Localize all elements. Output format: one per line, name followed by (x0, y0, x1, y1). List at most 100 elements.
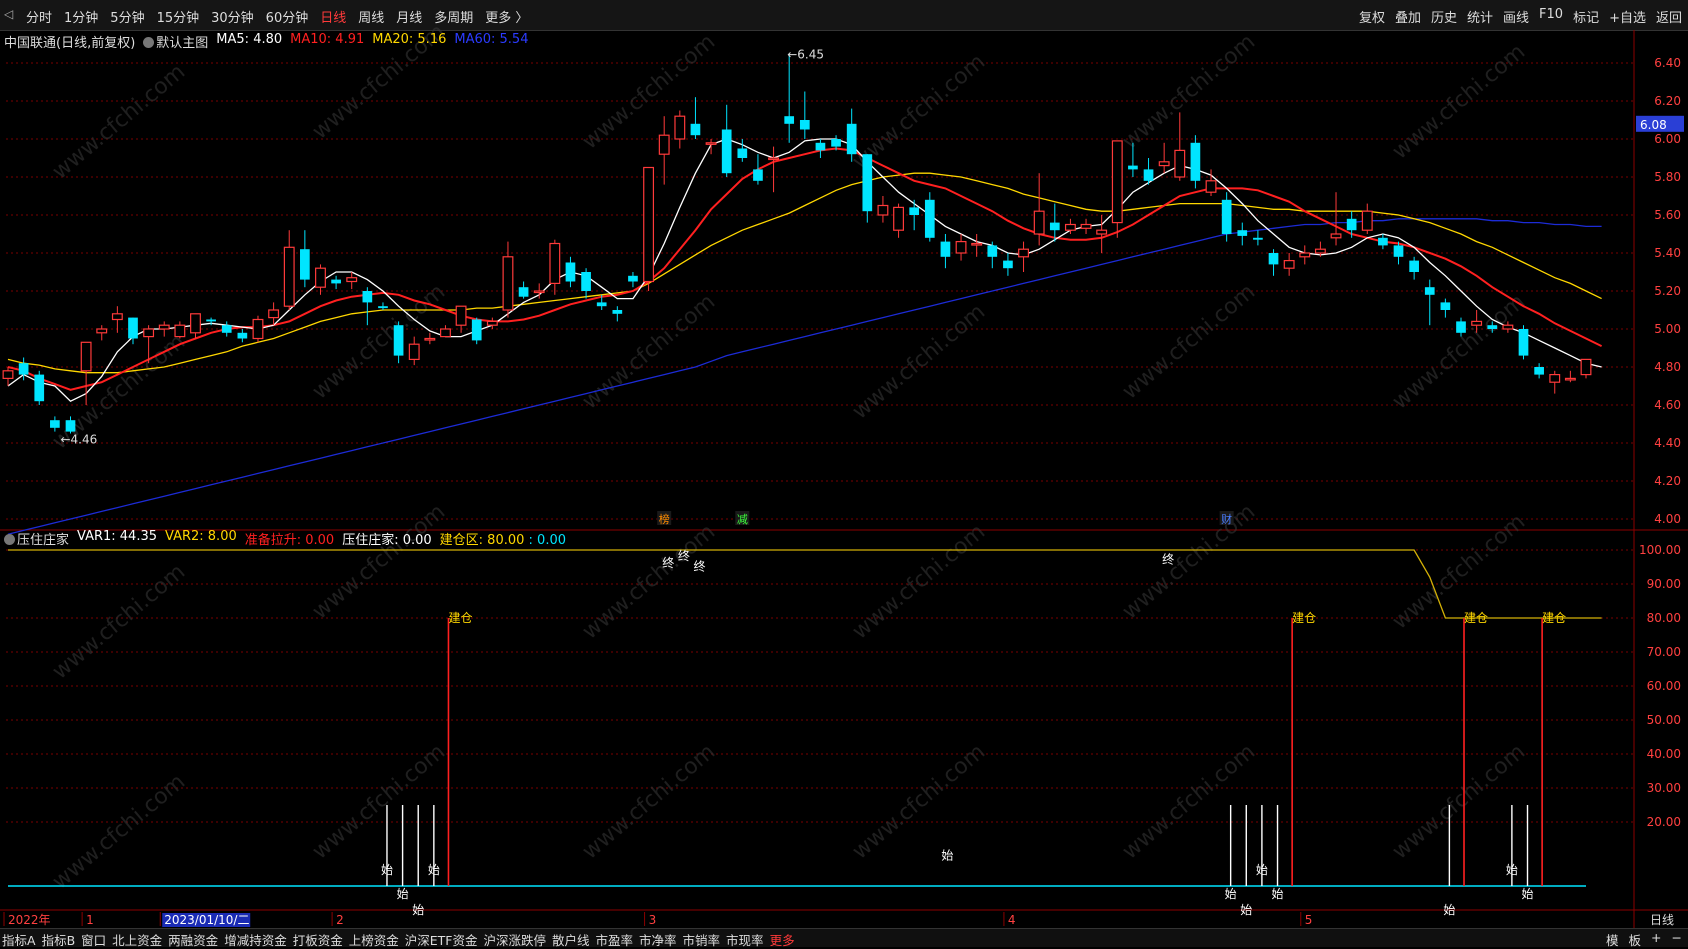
start-label: 始 (1240, 903, 1252, 917)
candle-body-up (674, 115, 686, 140)
watermark-text: www.cfchi.com (1388, 739, 1530, 864)
bottom-tab-2[interactable]: 窗口 (81, 930, 106, 949)
bottom-tab-1[interactable]: 指标B (42, 930, 76, 949)
low-annotation: ←4.46 (60, 433, 97, 447)
price-tick-label: 5.40 (1654, 246, 1681, 260)
bottom-tab-6[interactable]: 打板资金 (293, 930, 343, 949)
candle-body-up (1033, 210, 1045, 235)
candle-body-down (612, 310, 623, 314)
watermark-text: www.cfchi.com (308, 499, 450, 624)
price-tick-label: 4.40 (1654, 436, 1681, 450)
candle-body-up (1471, 320, 1483, 326)
candle-body-up (1205, 180, 1217, 193)
price-tick-label: 5.00 (1654, 322, 1681, 336)
bottom-tab-13[interactable]: 市销率 (683, 930, 721, 949)
ma10-line (7, 147, 1603, 391)
watermark-text: www.cfchi.com (1118, 29, 1260, 154)
candle-body-up (455, 305, 467, 326)
bottom-tab-15[interactable]: 更多 (770, 930, 795, 949)
candle-body-down (1268, 253, 1279, 265)
candle-body-down (940, 241, 951, 257)
candle-body-down (831, 139, 841, 147)
template-selector[interactable]: 默认主图 (143, 32, 208, 51)
start-label: 始 (1522, 887, 1534, 901)
ma20-line (7, 172, 1602, 374)
bottom-tab-12[interactable]: 市净率 (639, 930, 677, 949)
candlestick-chart[interactable]: 6.40 6.20 6.00 5.80 5.60 5.40 5.20 5.00 4.80 4.60… (0, 0, 1688, 946)
bottom-button-2[interactable]: + (1651, 930, 1661, 949)
candle-body-down (331, 279, 341, 284)
watermark-text: www.cfchi.com (1388, 509, 1530, 634)
price-tick-label: 5.80 (1654, 170, 1681, 184)
indicator-tick-label: 50.00 (1647, 713, 1681, 727)
candle-body-up (80, 341, 92, 372)
candle-body-down (846, 123, 857, 155)
bottom-tabs: 指标A 指标B 窗口 北上资金 两融资金 增减持资金 打板资金 上榜资金 沪深ETF资金 沪深涨跌… (2, 930, 795, 949)
start-label: 始 (941, 848, 953, 862)
candle-body-up (1502, 324, 1514, 330)
indicator-tick-label: 30.00 (1647, 781, 1681, 795)
candle-body-up (1299, 252, 1311, 258)
candle-body-down (393, 325, 404, 356)
candle-body-up (1549, 374, 1561, 383)
x-tick-label: 1 (86, 913, 94, 927)
candle-body-up (111, 313, 123, 321)
candle-body-down (1518, 329, 1529, 356)
candle-body-down (378, 306, 388, 309)
build-label: 建仓 (1292, 611, 1316, 625)
watermark-text: www.cfchi.com (1118, 279, 1260, 404)
candle-body-down (1534, 367, 1544, 375)
indicator-tick-label: 70.00 (1647, 645, 1681, 659)
candle-body-down (1049, 222, 1060, 231)
candle-body-down (581, 272, 591, 291)
candle-body-down (628, 275, 638, 282)
x-tick-label: 3 (649, 913, 657, 927)
candle-body-up (1158, 161, 1170, 167)
watermark-text: www.cfchi.com (578, 289, 720, 414)
candle-body-down (300, 249, 310, 280)
bottom-button-3[interactable]: − (1672, 930, 1682, 949)
candle-body-down (690, 123, 701, 136)
build-label: 建仓 (1464, 611, 1488, 625)
bottom-tab-10[interactable]: 散户线 (552, 930, 590, 949)
bottom-tab-7[interactable]: 上榜资金 (349, 930, 399, 949)
end-label: 终 (662, 555, 674, 570)
candle-body-up (96, 328, 108, 334)
bottom-toolbar: 指标A 指标B 窗口 北上资金 两融资金 增减持资金 打板资金 上榜资金 沪深ETF资金 沪深涨跌… (0, 928, 1688, 949)
bottom-button-0[interactable]: 模 (1606, 930, 1619, 949)
bottom-tab-0[interactable]: 指标A (2, 930, 36, 949)
candle-body-up (283, 246, 295, 307)
candle-body-down (518, 287, 529, 297)
price-tick-label: 5.20 (1654, 284, 1681, 298)
ma60-line (7, 218, 1602, 535)
bottom-tab-9[interactable]: 沪深涨跌停 (483, 930, 546, 949)
watermark-text: www.cfchi.com (1388, 39, 1530, 164)
indicator-name: 压住庄家 (17, 533, 70, 548)
bottom-tab-3[interactable]: 北上资金 (112, 930, 162, 949)
candle-body-down (909, 207, 920, 215)
candle-body-down (1409, 260, 1419, 272)
watermark-text: www.cfchi.com (308, 279, 450, 404)
bottom-right-buttons: 模板 + − (1606, 930, 1682, 949)
bottom-tab-5[interactable]: 增减持资金 (224, 930, 287, 949)
indicator-selector[interactable]: 压住庄家 (4, 529, 69, 548)
ma60-label: MA60: 5.54 (454, 32, 529, 47)
bottom-button-1[interactable]: 板 (1629, 930, 1642, 949)
indicator-tick-label: 80.00 (1647, 611, 1681, 625)
candle-body-down (1190, 142, 1201, 181)
bottom-tab-11[interactable]: 市盈率 (596, 930, 634, 949)
event-marker: 榜 (659, 512, 670, 526)
bottom-tab-8[interactable]: 沪深ETF资金 (405, 930, 478, 949)
candle-body-down (1424, 287, 1435, 295)
period-label: 日线 (1650, 913, 1674, 927)
build-label: 建仓 (1542, 611, 1566, 625)
bottom-tab-14[interactable]: 市现率 (726, 930, 764, 949)
candle-body-up (955, 241, 967, 254)
bottom-tab-4[interactable]: 两融资金 (168, 930, 218, 949)
candle-body-down (596, 302, 607, 307)
candle-body-up (549, 242, 561, 285)
candle-body-up (1064, 223, 1076, 231)
ma5-label: MA5: 4.80 (216, 32, 283, 47)
price-tick-label: 6.20 (1654, 94, 1681, 108)
start-label: 始 (381, 863, 393, 877)
